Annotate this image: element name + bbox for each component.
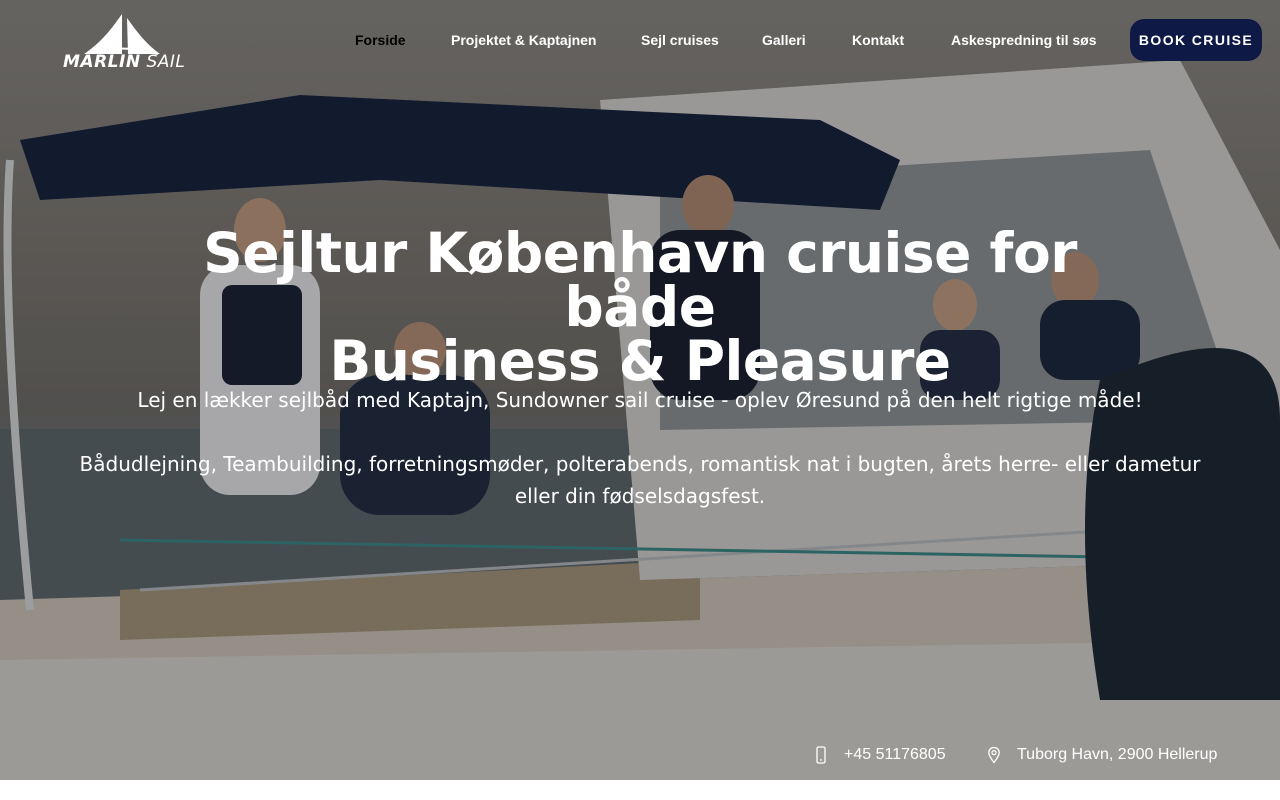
contact-address-text: Tuborg Havn, 2900 Hellerup: [1017, 746, 1218, 763]
map-pin-icon: [988, 746, 1000, 764]
marlin-sail-logo[interactable]: MARLIN SAIL: [62, 14, 185, 74]
sailboat-logo-icon: [84, 14, 160, 55]
logo-wordmark-bold: MARLIN: [63, 52, 141, 72]
logo-wordmark-light: SAIL: [146, 52, 186, 72]
contact-phone-text: +45 51176805: [844, 746, 946, 763]
hero-section: MARLIN SAIL Forside Projektet & Kaptajne…: [0, 0, 1280, 780]
nav-item-projektet-kaptajnen[interactable]: Projektet & Kaptajnen: [451, 30, 596, 50]
book-cruise-button[interactable]: BOOK CRUISE: [1130, 19, 1262, 61]
contact-phone[interactable]: +45 51176805: [812, 744, 946, 766]
contact-address[interactable]: Tuborg Havn, 2900 Hellerup: [985, 744, 1217, 766]
nav-item-forside[interactable]: Forside: [355, 30, 406, 50]
hero-subheading: Lej en lækker sejlbåd med Kaptajn, Sundo…: [137, 388, 1143, 412]
nav-item-kontakt[interactable]: Kontakt: [852, 30, 904, 50]
logo-wordmark: MARLIN SAIL: [63, 52, 185, 72]
nav-item-galleri[interactable]: Galleri: [762, 30, 806, 50]
hero-services-text: Bådudlejning, Teambuilding, forretningsm…: [79, 452, 1201, 508]
hero-headline: Sejltur København cruise for både Busine…: [140, 226, 1140, 389]
hero-headline-line-1: Sejltur København cruise for både: [203, 221, 1077, 339]
nav-item-sejl-cruises[interactable]: Sejl cruises: [641, 30, 719, 50]
mobile-phone-icon: [816, 746, 826, 764]
nav-item-askespredning[interactable]: Askespredning til søs: [951, 30, 1096, 50]
